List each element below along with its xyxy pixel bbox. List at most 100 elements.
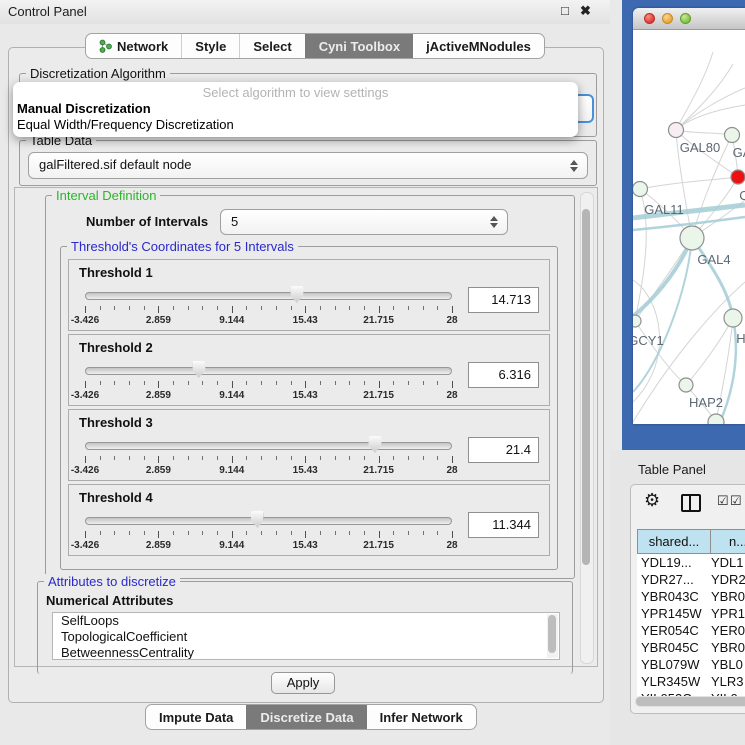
tab-cyni-toolbox[interactable]: Cyni Toolbox [305, 34, 413, 58]
gear-icon[interactable]: ⚙ [644, 491, 660, 509]
control-panel-titlebar: Control Panel □ ✖ [0, 0, 610, 24]
network-node-label: GAL4 [697, 252, 730, 267]
slider-thumb-icon[interactable] [192, 361, 205, 378]
checkbox-icon[interactable]: ☑ [717, 494, 729, 507]
network-node[interactable] [731, 170, 745, 184]
tab-style[interactable]: Style [181, 34, 239, 58]
table-row[interactable]: YER054CYER0 [637, 622, 745, 639]
attributes-list-scrollbar[interactable] [547, 614, 558, 658]
table-panel: ⚙ ☑ ☑ shared...n... YDL19...YDL1 YDR27..… [630, 484, 745, 714]
attribute-list-item[interactable]: BetweennessCentrality [53, 645, 559, 660]
scale-tick-label: 9.144 [219, 540, 244, 551]
network-window-titlebar[interactable] [633, 8, 745, 30]
threshold-slider[interactable]: -3.4262.8599.14415.4321.71528 [85, 436, 452, 476]
scale-tick-label: 2.859 [146, 465, 171, 476]
table-row[interactable]: YDL19...YDL1 [637, 554, 745, 571]
slider-thumb-icon[interactable] [290, 286, 303, 303]
top-tabbar: NetworkStyleSelectCyni ToolboxjActiveMNo… [85, 33, 545, 59]
network-node[interactable] [633, 315, 641, 327]
interval-definition-label: Interval Definition [52, 188, 160, 203]
split-columns-icon[interactable] [681, 494, 701, 512]
network-node[interactable] [680, 226, 704, 250]
tab-infer-network[interactable]: Infer Network [367, 705, 476, 729]
table-column-header[interactable]: shared... [637, 529, 711, 554]
node-table: shared...n... YDL19...YDL1 YDR27...YDR2 … [637, 529, 745, 697]
table-row[interactable]: YBR043CYBR0 [637, 588, 745, 605]
interval-definition-group: Interval Definition Number of Intervals … [45, 195, 575, 579]
scale-tick-label: 2.859 [146, 315, 171, 326]
slider-thumb-icon[interactable] [251, 511, 264, 528]
scale-tick-label: -3.426 [71, 315, 99, 326]
network-node-label: HAP2 [689, 395, 723, 410]
network-node[interactable] [724, 309, 742, 327]
scale-tick-label: 15.43 [293, 390, 318, 401]
number-of-intervals-combobox[interactable]: 5 [220, 209, 508, 235]
threshold-list: Threshold 1 -3.4262.8599.14415.4321.7152… [68, 259, 550, 559]
threshold-value-field[interactable]: 14.713 [468, 287, 539, 313]
slider-track[interactable] [85, 367, 452, 375]
table-row[interactable]: YBR045CYBR0 [637, 639, 745, 656]
network-node-label: H [736, 331, 745, 346]
slider-track[interactable] [85, 517, 452, 525]
threshold-value-field[interactable]: 6.316 [468, 362, 539, 388]
float-window-icon[interactable]: □ [561, 3, 569, 18]
network-node[interactable] [669, 123, 684, 138]
tab-jactivemnodules[interactable]: jActiveMNodules [413, 34, 544, 58]
scale-tick-label: 2.859 [146, 540, 171, 551]
scale-tick-label: -3.426 [71, 390, 99, 401]
close-traffic-light[interactable] [644, 13, 655, 24]
apply-button[interactable]: Apply [271, 672, 335, 694]
table-row[interactable]: YBL079WYBL0 [637, 656, 745, 673]
numerical-attributes-list[interactable]: SelfLoopsTopologicalCoefficientBetweenne… [52, 612, 560, 660]
threshold-panel: Threshold 4 -3.4262.8599.14415.4321.7152… [68, 484, 550, 556]
table-horizontal-scrollbar[interactable] [635, 696, 745, 707]
threshold-label: Threshold 1 [79, 265, 153, 280]
slider-thumb-icon[interactable] [368, 436, 381, 453]
network-node[interactable] [708, 414, 724, 424]
threshold-panel: Threshold 1 -3.4262.8599.14415.4321.7152… [68, 259, 550, 331]
threshold-slider[interactable]: -3.4262.8599.14415.4321.71528 [85, 511, 452, 551]
zoom-traffic-light[interactable] [680, 13, 691, 24]
tab-discretize-data[interactable]: Discretize Data [246, 705, 366, 729]
scale-tick-label: -3.426 [71, 465, 99, 476]
algorithm-option-equal-width[interactable]: Equal Width/Frequency Discretization [13, 117, 578, 133]
algorithm-option-manual[interactable]: Manual Discretization [13, 101, 578, 117]
settings-vertical-scrollbar[interactable] [580, 192, 594, 664]
threshold-label: Threshold 3 [79, 415, 153, 430]
network-canvas[interactable]: GAL80GACGAL11GAL4GCY1HHAP2 [633, 30, 745, 424]
checkbox-icon[interactable]: ☑ [730, 494, 742, 507]
scale-tick-label: 15.43 [293, 540, 318, 551]
slider-track[interactable] [85, 442, 452, 450]
threshold-label: Threshold 2 [79, 340, 153, 355]
slider-track[interactable] [85, 292, 452, 300]
network-node[interactable] [679, 378, 693, 392]
threshold-value-field[interactable]: 21.4 [468, 437, 539, 463]
threshold-value-field[interactable]: 11.344 [468, 512, 539, 538]
attribute-list-item[interactable]: SelfLoops [53, 613, 559, 629]
table-column-header[interactable]: n... [711, 529, 745, 554]
thresholds-group: Threshold's Coordinates for 5 Intervals … [60, 246, 558, 570]
attribute-list-item[interactable]: TopologicalCoefficient [53, 629, 559, 645]
network-node-label: GCY1 [633, 333, 664, 348]
network-node[interactable] [725, 128, 740, 143]
tab-impute-data[interactable]: Impute Data [146, 705, 246, 729]
tab-network[interactable]: Network [86, 34, 181, 58]
scale-tick-label: 15.43 [293, 315, 318, 326]
table-data-combobox[interactable]: galFiltered.sif default node [28, 152, 588, 179]
control-panel: Control Panel □ ✖ Discretization Algorit… [0, 0, 610, 745]
table-panel-region: Table Panel ⚙ ☑ ☑ shared...n... YDL19...… [610, 450, 745, 745]
scale-tick-label: 21.715 [363, 540, 394, 551]
table-row[interactable]: YPR145WYPR1 [637, 605, 745, 622]
minimize-traffic-light[interactable] [662, 13, 673, 24]
threshold-slider[interactable]: -3.4262.8599.14415.4321.71528 [85, 286, 452, 326]
scale-tick-label: 21.715 [363, 390, 394, 401]
scale-tick-label: 28 [446, 315, 457, 326]
network-node[interactable] [633, 182, 648, 197]
table-row[interactable]: YDR27...YDR2 [637, 571, 745, 588]
panel-title: Control Panel [8, 4, 87, 19]
table-row[interactable]: YLR345WYLR3 [637, 673, 745, 690]
tab-select[interactable]: Select [239, 34, 304, 58]
close-window-icon[interactable]: ✖ [580, 3, 591, 19]
algorithm-hint-item[interactable]: Select algorithm to view settings [13, 85, 578, 101]
threshold-slider[interactable]: -3.4262.8599.14415.4321.71528 [85, 361, 452, 401]
